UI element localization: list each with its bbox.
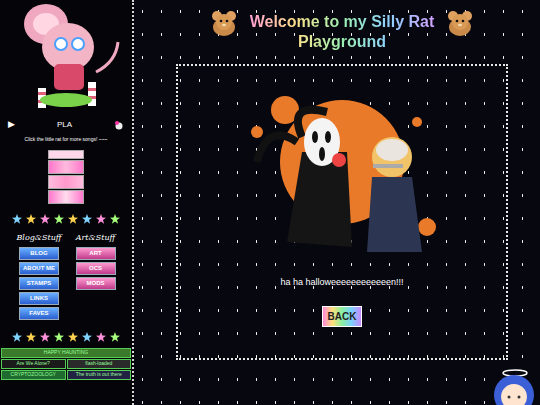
star-icon [12,332,22,342]
nav-button[interactable]: OCS [76,262,116,275]
stamp[interactable] [48,175,84,189]
star-row [12,214,120,224]
blinkie-grid: HAPPY HAUNTINGAre We Alone?flash-loadedC… [1,348,131,380]
title-bar: Welcome to my Silly Rat Playground [207,8,477,52]
nav-column: Art&Stuff ART OCS MODS [76,232,116,320]
nav: Blog&Stuff BLOG ABOUT ME STAMPS LINKS FAVES Ar… [16,232,115,320]
sidebar: ▶ PLA Click the little rat for more songs!… [0,0,134,405]
star-icon [26,332,36,342]
play-button[interactable]: ▶ [8,118,15,132]
star-icon [40,332,50,342]
nav-button[interactable]: FAVES [19,307,59,320]
star-icon [96,332,106,342]
music-player: ▶ PLA [8,118,124,132]
blinkie[interactable]: The truth is out there [67,370,132,380]
blinkie[interactable]: CRYPTOZOOLOGY [1,370,66,380]
player-hint: Click the little rat for more songs! ~~~ [25,136,108,142]
main: Welcome to my Silly Rat Playground ha ha … [134,0,540,405]
star-icon [40,214,50,224]
star-icon [26,214,36,224]
star-icon [82,214,92,224]
blinkie[interactable]: flash-loaded [67,359,132,369]
blinkie[interactable]: Are We Alone? [1,359,66,369]
nav-column: Blog&Stuff BLOG ABOUT ME STAMPS LINKS FAVES [16,232,61,320]
blinkie[interactable]: HAPPY HAUNTING [1,348,131,358]
nav-heading: Blog&Stuff [16,232,61,244]
rat-icon [207,8,241,38]
track-title: PLA [21,119,108,131]
nav-heading: Art&Stuff [76,232,115,244]
star-icon [12,214,22,224]
content-box: ha ha halloweeeeeeeeeeeen!!! BACK [176,64,508,360]
back-button[interactable]: BACK [322,306,363,327]
stamp[interactable] [48,190,84,204]
nav-button[interactable]: ART [76,247,116,260]
star-icon [96,214,106,224]
nav-button[interactable]: ABOUT ME [19,262,59,275]
rat-song-icon[interactable] [114,120,124,130]
star-icon [110,332,120,342]
avatar-rat-icon[interactable] [6,2,126,112]
page: ▶ PLA Click the little rat for more songs!… [0,0,540,405]
stamp[interactable] [48,160,84,174]
stamp[interactable] [48,150,84,159]
star-icon [54,214,64,224]
nav-button[interactable]: BLOG [19,247,59,260]
star-icon [54,332,64,342]
nav-button[interactable]: LINKS [19,292,59,305]
star-row [12,332,120,342]
caption: ha ha halloweeeeeeeeeeeen!!! [280,276,403,290]
stamp-stack [48,150,84,204]
rat-icon [443,8,477,38]
mascot-icon [480,365,540,405]
halloween-illustration [227,82,457,262]
page-title: Welcome to my Silly Rat Playground [247,12,437,52]
star-icon [110,214,120,224]
nav-button[interactable]: MODS [76,277,116,290]
star-icon [68,332,78,342]
nav-button[interactable]: STAMPS [19,277,59,290]
star-icon [68,214,78,224]
star-icon [82,332,92,342]
